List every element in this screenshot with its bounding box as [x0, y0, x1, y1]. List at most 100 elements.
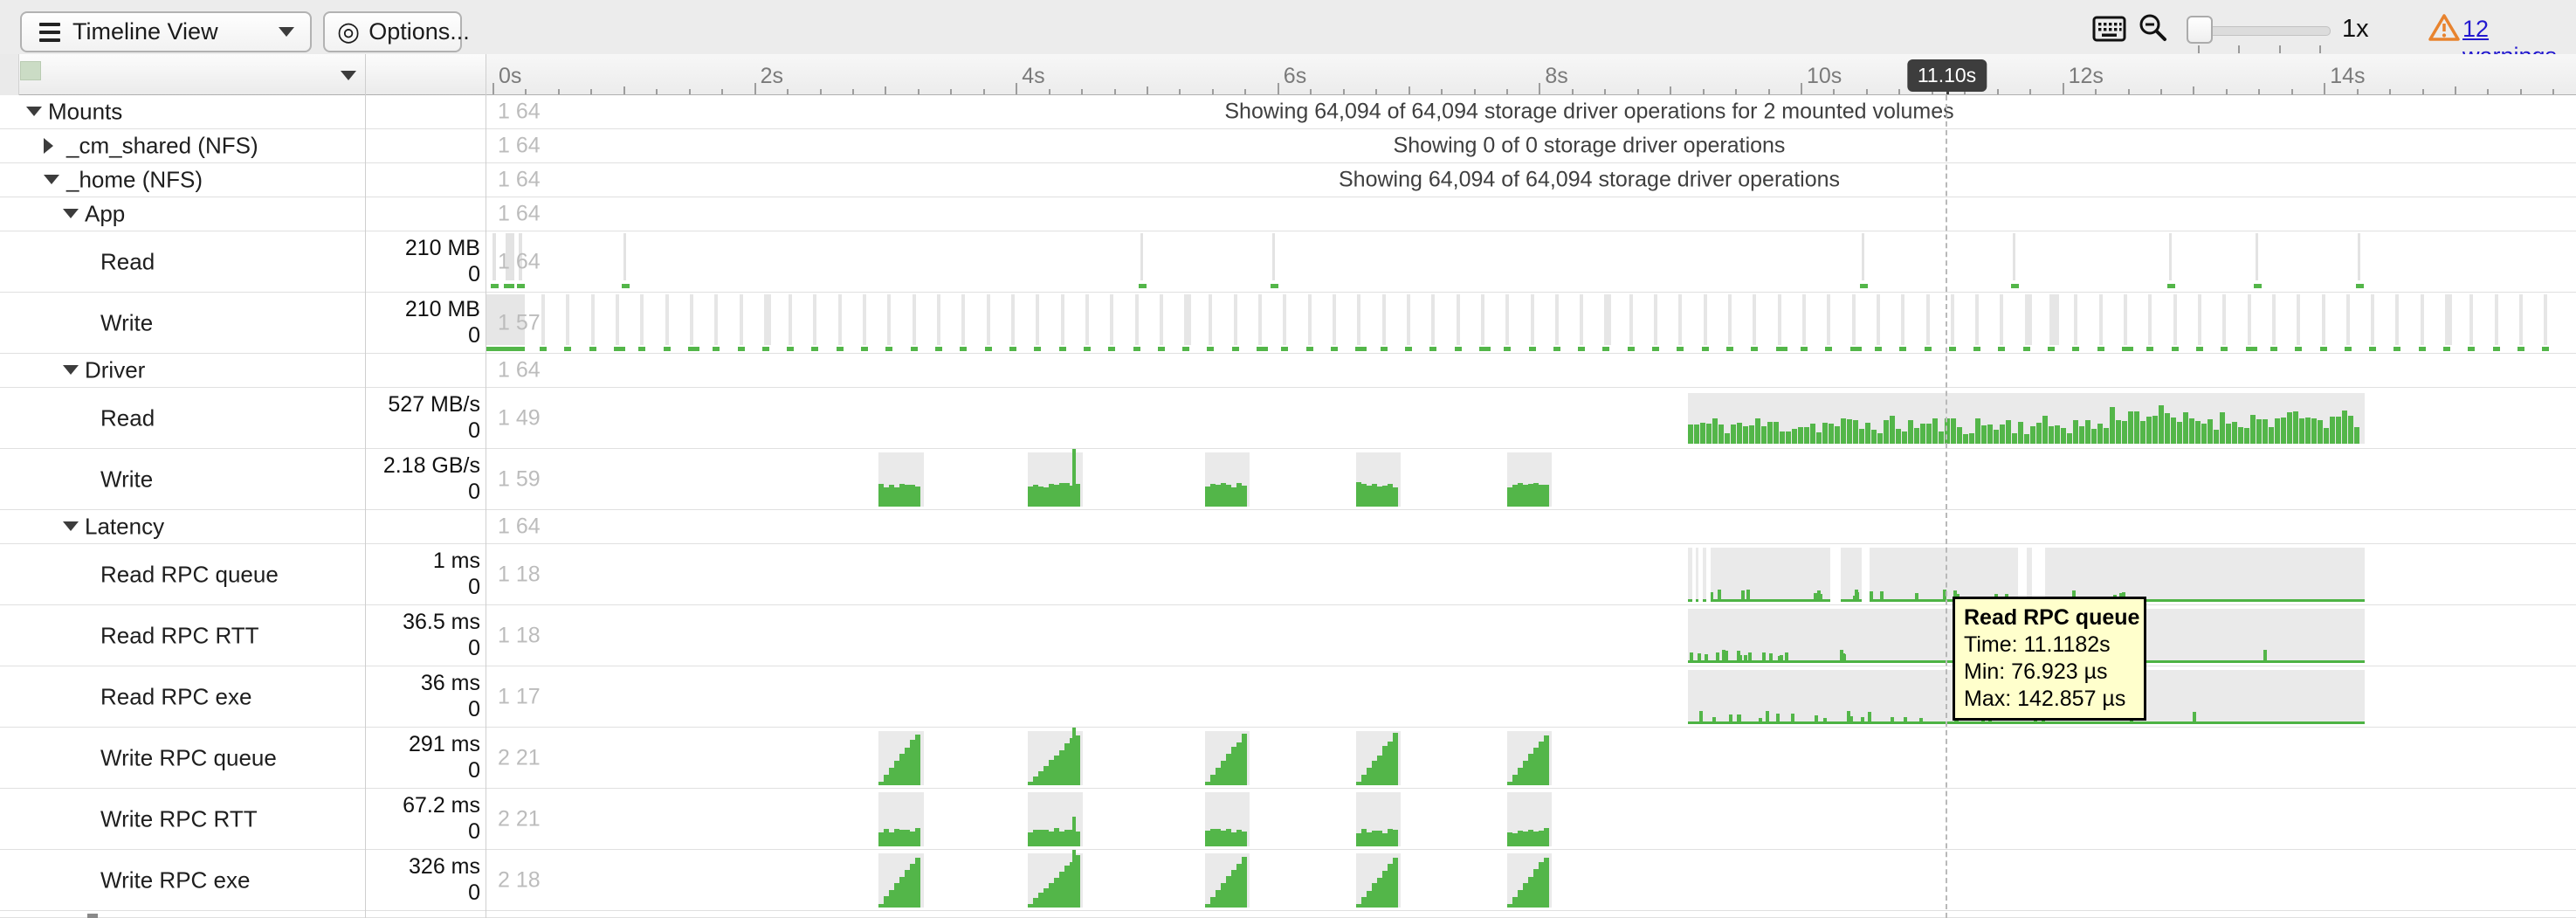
keyboard-shortcuts-icon[interactable] [2092, 15, 2127, 43]
ruler-tick [852, 89, 854, 94]
timeline-cell[interactable]: 1 64 [486, 231, 2576, 292]
partial-next-row-hint [87, 914, 98, 918]
histogram-bar [1810, 424, 1815, 444]
event-marker [2493, 347, 2500, 351]
histogram-bar [2116, 420, 2121, 444]
time-ruler[interactable]: 0s2s4s6s8s10s12s14s11.10s [486, 54, 2576, 95]
event-marker [2393, 347, 2400, 351]
value-tick [1880, 591, 1884, 599]
row-count-annotation: 1 64 [498, 168, 541, 193]
event-bar [1704, 294, 1707, 345]
value-max: 67.2 ms [403, 793, 480, 818]
timeline-cell[interactable]: 1 64Showing 64,094 of 64,094 storage dri… [486, 95, 2576, 128]
timeline-cell[interactable]: 2 21 [486, 728, 2576, 788]
event-marker [2295, 347, 2302, 351]
histogram-bar [2244, 428, 2249, 444]
value-cell: 36.5 ms0 [365, 605, 480, 666]
tree-cell-read-rpc-exe[interactable]: Read RPC exe [19, 666, 365, 727]
value-cell [365, 163, 480, 197]
event-marker [935, 347, 942, 351]
collapse-arrow-icon[interactable] [26, 107, 42, 116]
timeline-cell[interactable]: 1 57 [486, 293, 2576, 353]
event-bar [2297, 294, 2300, 345]
timeline-cell[interactable]: 1 18 [486, 605, 2576, 666]
row-summary-text: Showing 64,094 of 64,094 storage driver … [1339, 168, 1840, 193]
tree-cell--cm-shared-nfs-[interactable]: _cm_shared (NFS) [19, 129, 365, 162]
tree-cell-mounts[interactable]: Mounts [19, 95, 365, 128]
tree-cell-read[interactable]: Read [19, 388, 365, 448]
event-marker [1825, 347, 1832, 351]
expand-arrow-icon[interactable] [44, 138, 53, 154]
options-button[interactable]: ◎ Options... [323, 11, 462, 52]
value-tick [1780, 655, 1783, 660]
value-cell [365, 354, 480, 387]
collapse-arrow-icon[interactable] [44, 175, 59, 184]
timeline-cell[interactable]: 1 64 [486, 197, 2576, 231]
warning-icon [2428, 13, 2461, 43]
timeline-cell[interactable]: 1 49 [486, 388, 2576, 448]
histogram-bar [2336, 417, 2341, 444]
tree-cell-read-rpc-queue[interactable]: Read RPC queue [19, 544, 365, 604]
collapse-arrow-icon[interactable] [63, 521, 79, 531]
collapse-arrow-icon[interactable] [63, 365, 79, 375]
value-tick [1785, 652, 1788, 660]
tree-cell-write[interactable]: Write [19, 293, 365, 353]
timeline-cell[interactable]: 1 64 [486, 510, 2576, 543]
block-bar [915, 858, 920, 908]
tree-cell-driver[interactable]: Driver [19, 354, 365, 387]
header-dropdown-icon[interactable] [341, 71, 356, 80]
event-marker [622, 284, 630, 288]
event-bar [1457, 294, 1460, 345]
event-bar [838, 294, 842, 345]
tree-pane-header[interactable] [19, 54, 365, 95]
tree-cell-write-rpc-exe[interactable]: Write RPC exe [19, 850, 365, 910]
histogram-bar [2110, 407, 2115, 444]
view-selector-dropdown[interactable]: Timeline View [20, 11, 312, 52]
tree-cell-write-rpc-queue[interactable]: Write RPC queue [19, 728, 365, 788]
timeline-cell[interactable]: 1 59 [486, 449, 2576, 509]
event-marker [664, 347, 671, 351]
timeline-row-write: Write2.18 GB/s01 59 [0, 449, 2576, 510]
histogram-bar [2330, 417, 2335, 444]
event-marker [738, 347, 745, 351]
timeline-cell[interactable]: 1 18 [486, 544, 2576, 604]
event-marker [2146, 347, 2153, 351]
tree-cell-app[interactable]: App [19, 197, 365, 231]
timeline-cell[interactable]: 1 17 [486, 666, 2576, 727]
tooltip-max: Max: 142.857 µs [1964, 686, 2135, 713]
tree-cell-read-rpc-rtt[interactable]: Read RPC RTT [19, 605, 365, 666]
tree-cell-latency[interactable]: Latency [19, 510, 365, 543]
ruler-tick [1244, 89, 1246, 94]
histogram-bar [2250, 415, 2256, 444]
options-eye-icon: ◎ [337, 17, 360, 47]
histogram-bar [1743, 426, 1748, 444]
zoom-slider-handle[interactable] [2187, 16, 2213, 44]
tree-cell-write[interactable]: Write [19, 449, 365, 509]
value-tick [1698, 653, 1701, 660]
timeline-cell[interactable]: 2 21 [486, 789, 2576, 849]
zoom-out-icon[interactable] [2138, 12, 2169, 44]
ruler-tick [623, 86, 625, 94]
column-divider[interactable] [365, 54, 366, 918]
event-bar [1061, 294, 1064, 345]
chart-gap [1692, 548, 1696, 602]
timeline-cell[interactable]: 1 64 [486, 354, 2576, 387]
tree-cell--home-nfs-[interactable]: _home (NFS) [19, 163, 365, 197]
collapse-arrow-icon[interactable] [63, 209, 79, 218]
value-max: 210 MB [405, 297, 480, 322]
slider-tick [2238, 45, 2240, 53]
tree-cell-write-rpc-rtt[interactable]: Write RPC RTT [19, 789, 365, 849]
histogram-bar [1786, 431, 1791, 444]
event-marker [1009, 347, 1016, 351]
value-min: 0 [468, 880, 480, 906]
tree-cell-read[interactable]: Read [19, 231, 365, 292]
event-bar [1862, 233, 1864, 280]
timeline-cell[interactable]: 1 64 Showing 64,094 of 64,094 storage dri… [486, 163, 2576, 197]
event-marker [2072, 347, 2079, 351]
event-marker [1232, 347, 1239, 351]
value-tick [1915, 593, 1918, 599]
event-marker [1949, 347, 1956, 351]
timeline-cell[interactable]: 2 18 [486, 850, 2576, 910]
event-marker [1850, 347, 1862, 351]
timeline-cell[interactable]: 1 64Showing 0 of 0 storage driver operat… [486, 129, 2576, 162]
